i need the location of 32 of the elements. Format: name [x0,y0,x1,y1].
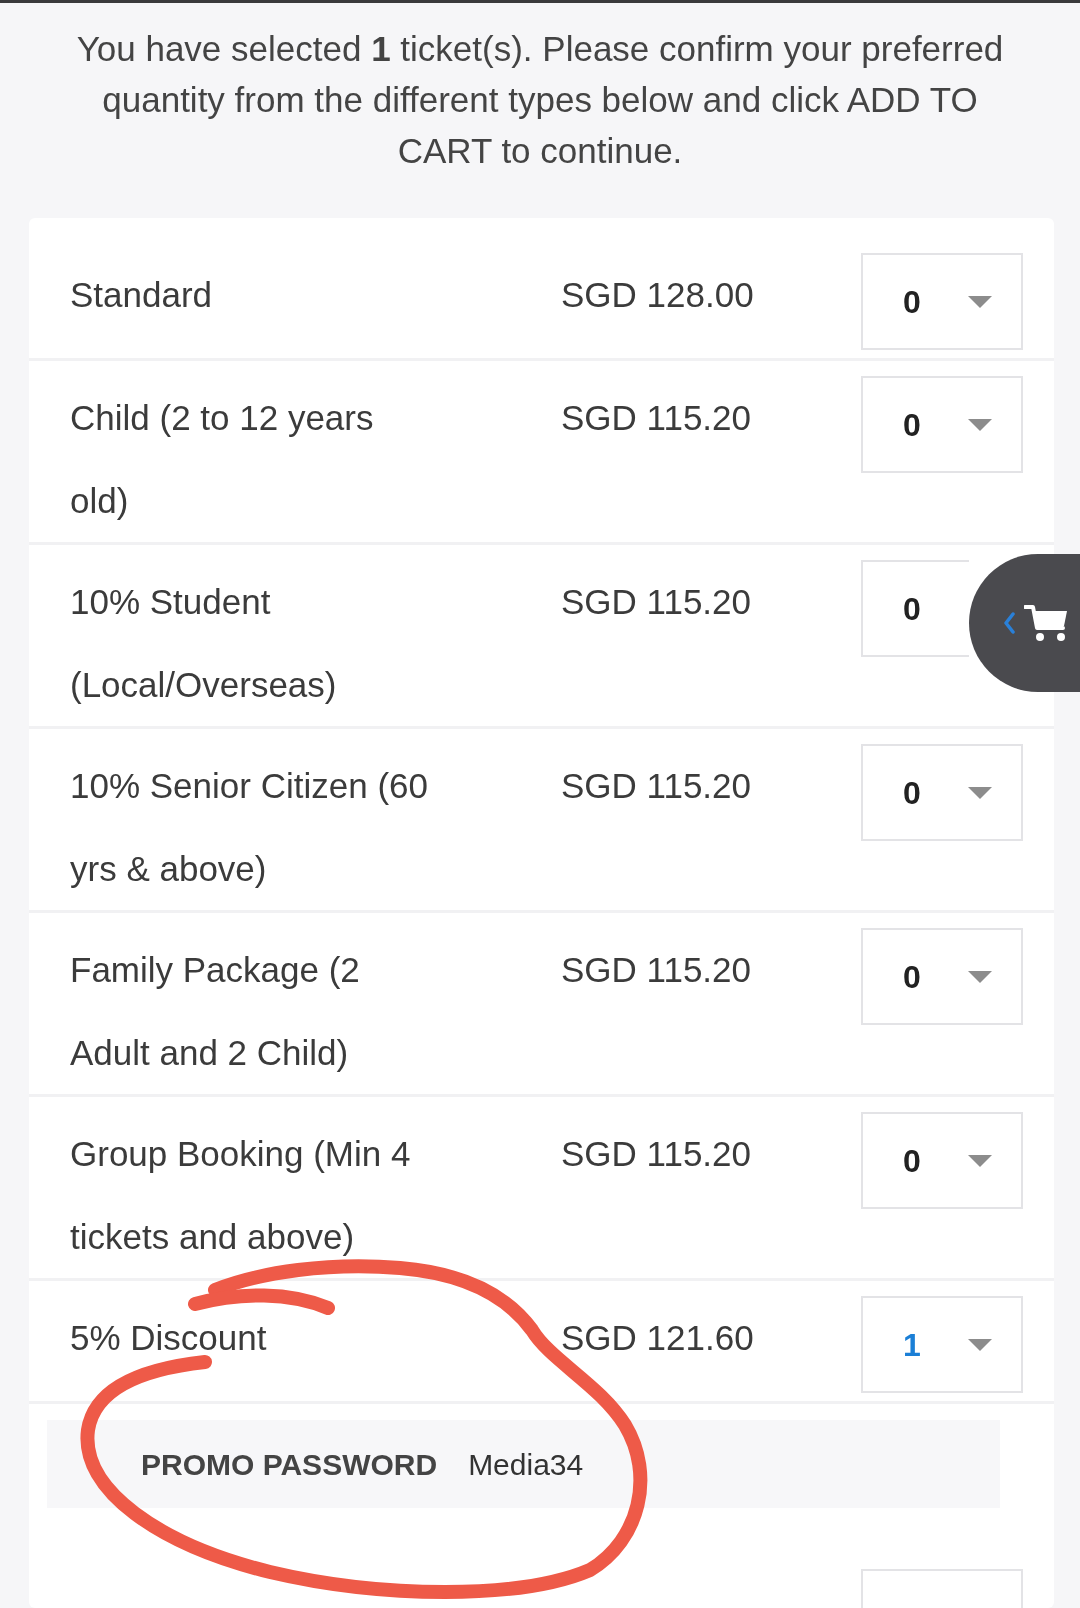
ticket-type-name: Group Booking (Min 4 tickets and above) [70,1133,412,1258]
ticket-type-name: Family Package (2 Adult and 2 Child) [70,949,361,1074]
instruction-text: You have selected 1 ticket(s). Please confirm your preferred quantity from the different types below and click ADD TO CART to continue. [75,28,1005,172]
ticket-type-name: Standard [70,274,214,316]
quantity-select[interactable]: 0 [861,253,1023,350]
ticket-price: SGD 115.20 [561,949,753,991]
ticket-price: SGD 115.20 [561,581,753,623]
chevron-left-icon [1003,612,1015,634]
promo-password-field[interactable]: Media34 [468,1441,609,1487]
caret-icon [968,1154,992,1167]
caret-icon [968,786,992,799]
quantity-select[interactable]: 0 [861,1112,1023,1209]
promo-password-label: PROMO PASSWORD [141,1446,438,1483]
ticket-type-name: 5% Discount [70,1317,268,1359]
quantity-select[interactable]: 0 [861,744,1023,841]
ticket-type-name: 10% Senior Citizen (60 yrs & above) [70,765,429,890]
ticket-price: SGD 115.20 [561,1133,753,1175]
ticket-type-name: 10% Student (Local/Overseas) [70,581,338,706]
ticket-price: SGD 115.20 [561,397,753,439]
ticket-price: SGD 128.00 [561,274,755,316]
ticket-price: SGD 121.60 [561,1317,755,1359]
quantity-select[interactable]: 0 [861,376,1023,473]
caret-icon [968,1338,992,1351]
ticket-price: SGD 115.20 [561,765,753,807]
quantity-select[interactable]: 1 [861,1296,1023,1393]
caret-icon [968,970,992,983]
cart-icon [1024,604,1068,642]
quantity-select[interactable]: 0 [861,560,969,657]
quantity-select[interactable]: 0 [861,928,1023,1025]
caret-icon [968,418,992,431]
ticket-type-name: Child (2 to 12 years old) [70,397,375,522]
caret-icon [968,295,992,308]
